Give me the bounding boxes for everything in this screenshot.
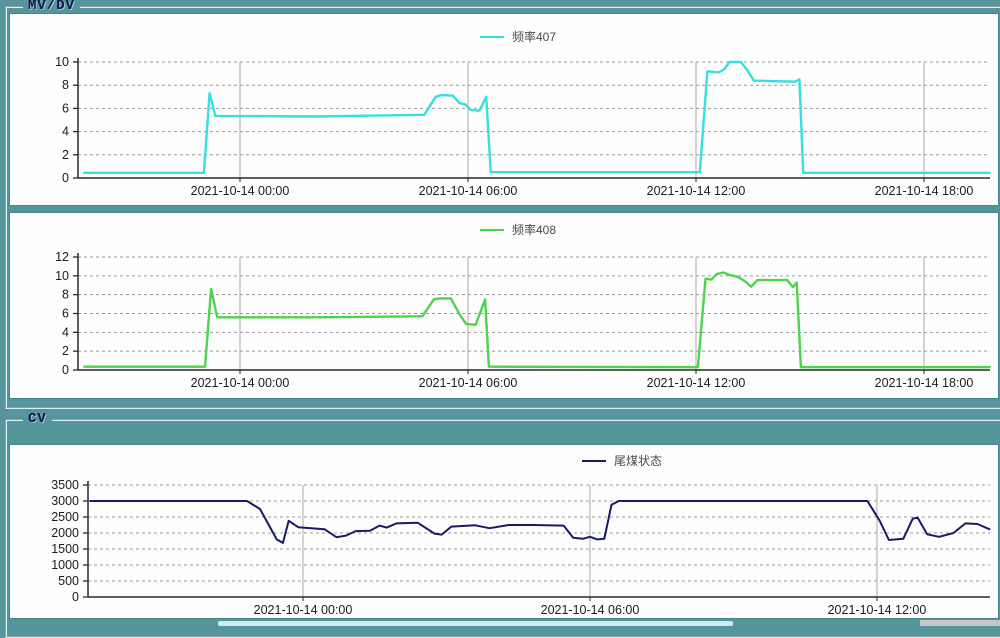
svg-text:8: 8 (62, 78, 69, 92)
svg-text:2021-10-14 12:00: 2021-10-14 12:00 (828, 603, 927, 617)
freq408-plot-area: 2021-10-14 00:00 2021-10-14 06:00 2021-10-… (10, 213, 998, 398)
legend-label: 频率407 (512, 28, 556, 45)
legend-label: 频率408 (512, 221, 556, 238)
svg-text:2000: 2000 (51, 526, 79, 540)
svg-text:6: 6 (62, 101, 69, 115)
svg-text:2: 2 (62, 344, 69, 358)
bottom-partial-widget (218, 621, 733, 626)
svg-text:2021-10-14 18:00: 2021-10-14 18:00 (875, 376, 974, 390)
svg-text:12: 12 (55, 250, 69, 264)
svg-text:10: 10 (55, 55, 69, 69)
svg-text:3000: 3000 (51, 494, 79, 508)
svg-text:2021-10-14 00:00: 2021-10-14 00:00 (191, 184, 290, 198)
chart-panel-freq407: 频率407 2021-10-14 00:002021-10-14 06:0020… (10, 14, 998, 205)
svg-text:2: 2 (62, 148, 69, 162)
svg-text:0: 0 (62, 363, 69, 377)
svg-text:3500: 3500 (51, 478, 79, 492)
svg-text:2021-10-14 00:00: 2021-10-14 00:00 (191, 376, 290, 390)
svg-text:1000: 1000 (51, 558, 79, 572)
svg-text:4: 4 (62, 125, 69, 139)
group-label-mvdv: MV/DV (23, 0, 80, 14)
legend-freq407: 频率407 (480, 28, 556, 45)
svg-text:2021-10-14 00:00: 2021-10-14 00:00 (254, 603, 353, 617)
legend-line-icon (480, 229, 504, 231)
legend-label: 尾煤状态 (614, 452, 662, 469)
legend-freq408: 频率408 (480, 221, 556, 238)
svg-text:2021-10-14 12:00: 2021-10-14 12:00 (647, 376, 746, 390)
svg-text:2021-10-14 06:00: 2021-10-14 06:00 (541, 603, 640, 617)
svg-text:6: 6 (62, 307, 69, 321)
svg-text:500: 500 (58, 574, 79, 588)
legend-line-icon (582, 460, 606, 462)
tailcoal-plot-area: 2021-10-14 00:00 2021-10-14 06:00 2021-10-… (10, 445, 998, 618)
svg-text:2021-10-14 12:00: 2021-10-14 12:00 (647, 184, 746, 198)
svg-text:8: 8 (62, 288, 69, 302)
trend-monitor-screen: { "groups": { "mvdv_label": "MV/DV", "cv… (0, 0, 1000, 626)
svg-text:4: 4 (62, 325, 69, 339)
svg-text:0: 0 (62, 171, 69, 185)
svg-text:2021-10-14 06:00: 2021-10-14 06:00 (419, 184, 518, 198)
svg-text:2021-10-14 06:00: 2021-10-14 06:00 (419, 376, 518, 390)
chart-panel-tailcoal: 尾煤状态 2021-10-14 00:002021-10-14 06:00202… (10, 445, 998, 618)
svg-text:2021-10-14 18:00: 2021-10-14 18:00 (875, 184, 974, 198)
chart-panel-freq408: 频率408 2021-10-14 00:002021-10-14 06:0020… (10, 213, 998, 398)
svg-text:1500: 1500 (51, 542, 79, 556)
group-label-cv: CV (23, 411, 52, 427)
svg-text:10: 10 (55, 269, 69, 283)
legend-tailcoal: 尾煤状态 (582, 452, 662, 469)
svg-text:0: 0 (72, 590, 79, 604)
bottom-partial-widget (920, 620, 1000, 626)
legend-line-icon (480, 36, 504, 38)
svg-text:2500: 2500 (51, 510, 79, 524)
